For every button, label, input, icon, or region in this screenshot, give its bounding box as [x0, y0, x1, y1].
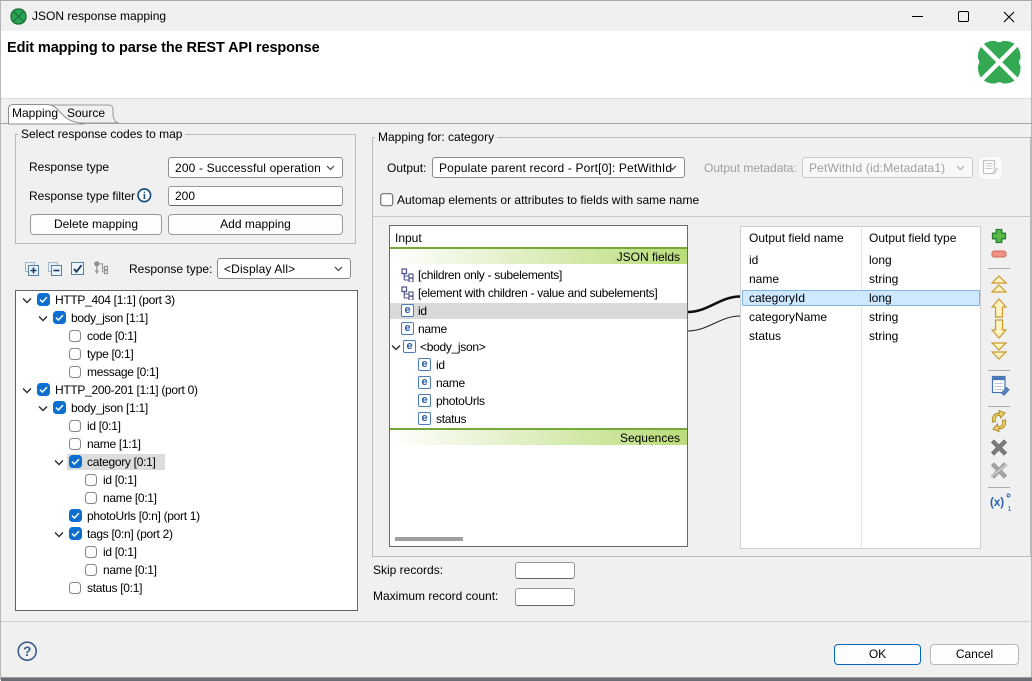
svg-text:i: i	[143, 190, 146, 202]
svg-text:(x): (x)	[990, 497, 1004, 509]
svg-text:1: 1	[1008, 506, 1012, 513]
svg-text:?: ?	[23, 644, 31, 659]
